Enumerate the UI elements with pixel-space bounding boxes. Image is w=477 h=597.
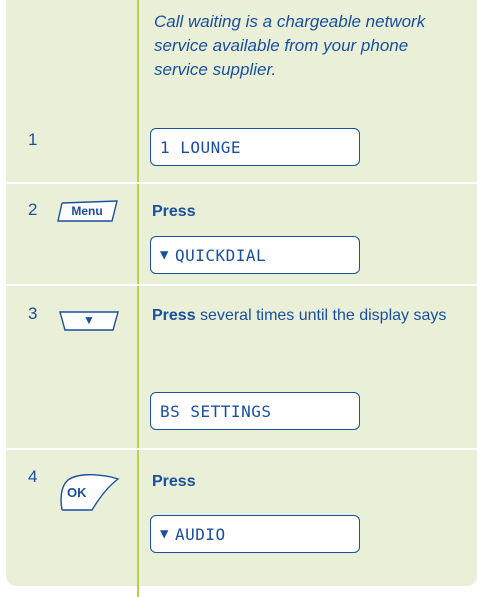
step-number: 2	[28, 200, 38, 219]
ok-key: OK	[56, 470, 120, 516]
step-divider	[6, 182, 477, 184]
menu-key: Menu	[56, 198, 120, 224]
lcd-display: ▼ AUDIO	[150, 515, 360, 553]
lcd-text: AUDIO	[174, 524, 226, 544]
intro-note: Call waiting is a chargeable network ser…	[154, 12, 426, 79]
menu-key-label: Menu	[71, 204, 103, 218]
down-arrow-icon: ▼	[160, 247, 169, 263]
step-instruction: Press several times until the display sa…	[152, 300, 452, 332]
step-instruction: Press	[152, 466, 452, 498]
lcd-text: 1 LOUNGE	[160, 137, 242, 157]
down-key: ▼	[58, 308, 120, 334]
down-key-icon: ▼	[83, 313, 95, 327]
press-label: Press	[152, 203, 196, 220]
step-divider	[6, 284, 477, 286]
press-label: Press	[152, 473, 196, 490]
step-divider	[6, 448, 477, 450]
step-number: 4	[28, 467, 38, 486]
down-arrow-icon: ▼	[160, 526, 169, 542]
lcd-display: ▼ QUICKDIAL	[150, 236, 360, 274]
column-divider	[137, 0, 139, 597]
ok-key-label: OK	[67, 485, 87, 500]
press-label: Press	[152, 307, 196, 324]
step-number: 3	[28, 304, 38, 323]
lcd-display: BS SETTINGS	[150, 392, 360, 430]
lcd-text: QUICKDIAL	[174, 245, 267, 265]
lcd-display: 1 LOUNGE	[150, 128, 360, 166]
step-instruction: Press	[152, 196, 452, 228]
instruction-text: several times until the display says	[195, 307, 447, 324]
lcd-text: BS SETTINGS	[160, 401, 272, 421]
step-number: 1	[28, 130, 38, 149]
